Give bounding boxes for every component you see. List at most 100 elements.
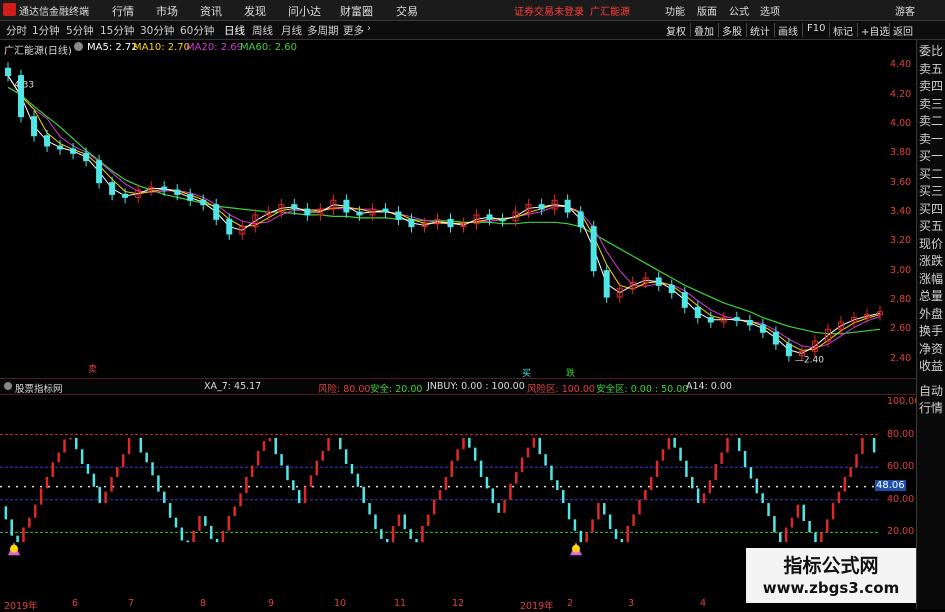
date-tick-label: 2	[567, 598, 574, 609]
panel-toggle[interactable]: 行情	[919, 401, 943, 415]
menu-news[interactable]: 资讯	[200, 3, 222, 19]
menu-trade[interactable]: 交易	[396, 3, 418, 19]
date-tick-label: 2019年	[520, 601, 554, 612]
candle-body	[109, 182, 116, 195]
btn-stats[interactable]: 统计	[750, 23, 770, 38]
quote-panel-label: 买五	[919, 219, 944, 233]
btn-f10[interactable]: F10	[807, 23, 825, 34]
guest-label[interactable]: 游客	[895, 3, 915, 18]
date-tick-label: 12	[452, 598, 465, 609]
btn-multistock[interactable]: 多股	[722, 23, 742, 38]
quote-panel-label: 现价	[919, 236, 944, 251]
ma60-line	[7, 86, 881, 335]
candle-body	[785, 343, 792, 357]
tf-15min[interactable]: 15分钟	[100, 23, 134, 38]
quote-panel-label: 外盘	[919, 306, 944, 321]
current-indicator-value: 48.06	[875, 479, 906, 491]
candle-body	[122, 193, 129, 198]
high-price-label: 4.33	[14, 81, 34, 91]
candle-body	[200, 199, 207, 206]
date-tick-label: 2019年	[4, 601, 38, 612]
candle-body	[96, 160, 103, 184]
indicator-header: 股票指标网 XA_7: 45.17 风险: 80.00 安全: 20.00 JN…	[0, 378, 945, 395]
candle-body	[291, 204, 298, 210]
price-chart[interactable]: 4.33 —2.40	[0, 40, 916, 378]
menu-function[interactable]: 功能	[665, 3, 685, 18]
jnbuy-value: JNBUY: 0.00 : 100.00	[427, 381, 525, 392]
xa7-value: XA_7: 45.17	[204, 381, 262, 392]
indicator-tick-label: 60.00	[887, 461, 915, 473]
tf-more[interactable]: 更多	[343, 23, 364, 38]
candle-body	[161, 186, 168, 191]
quote-panel-label: 卖一	[919, 131, 944, 146]
buy-marker: 买	[522, 369, 532, 379]
btn-mark[interactable]: 标记	[833, 23, 853, 38]
settings-icon[interactable]	[4, 382, 12, 390]
watermark-title: 指标公式网	[783, 555, 879, 577]
candle-body	[564, 199, 571, 213]
stock-name-title: 广汇能源	[590, 7, 630, 18]
divider	[857, 23, 858, 37]
candle-body	[213, 204, 220, 220]
quote-panel-label: 卖五	[919, 61, 944, 76]
candle-body	[499, 218, 506, 222]
safe-zone-value: 安全区: 0.00 : 50.00	[596, 384, 689, 395]
tf-monthly[interactable]: 月线	[281, 23, 302, 38]
quote-side-panel: 委比 卖五 卖四 卖三 卖二 卖一 买一 买二 买三 买四 买五 现价 涨跌 涨幅 总量 外盘 换手 净资 收益 自动…	[916, 40, 945, 609]
date-tick-label: 10	[334, 598, 347, 609]
candle-body	[343, 199, 350, 213]
menu-market[interactable]: 市场	[156, 3, 178, 19]
quote-panel-label: 买二	[919, 166, 944, 181]
toolbar: 分时 1分钟 5分钟 15分钟 30分钟 60分钟 日线 周线 月线 多周期 更…	[0, 21, 945, 40]
indicator-name[interactable]: 股票指标网	[15, 381, 63, 395]
price-tick-label: 3.60	[890, 176, 912, 188]
price-tick-label: 4.00	[890, 118, 912, 129]
quote-panel-label: 卖三	[919, 96, 944, 111]
price-tick-label: 3.40	[890, 206, 912, 217]
quote-panel-label: 换手	[919, 324, 944, 338]
btn-draw[interactable]: 画线	[778, 23, 798, 38]
buy-signal-icon	[10, 544, 18, 553]
title-bar: 通达信金融终端 行情 市场 资讯 发现 问小达 财富圈 交易 证券交易未登录 广…	[0, 0, 945, 21]
candle-body	[408, 218, 415, 228]
candle-body	[382, 208, 389, 213]
candle-body	[31, 116, 38, 137]
tf-weekly[interactable]: 周线	[252, 23, 273, 38]
tf-30min[interactable]: 30分钟	[140, 23, 174, 38]
ma10-line	[7, 75, 881, 351]
tf-multi[interactable]: 多周期	[307, 23, 339, 38]
menu-wealth[interactable]: 财富圈	[340, 3, 373, 19]
watermark: 指标公式网 www.zbgs3.com	[746, 548, 916, 603]
candle-body	[538, 204, 545, 210]
panel-toggle[interactable]: 自动	[919, 384, 943, 398]
candle-body	[577, 211, 584, 228]
btn-back[interactable]: 返回	[893, 23, 913, 38]
menu-ask[interactable]: 问小达	[288, 3, 321, 19]
chevron-right-icon[interactable]: ›	[367, 23, 371, 34]
menu-quotes[interactable]: 行情	[112, 3, 134, 19]
btn-adjust[interactable]: 复权	[666, 23, 686, 38]
btn-add-watchlist[interactable]: +自选	[861, 23, 889, 38]
menu-options[interactable]: 选项	[760, 3, 780, 18]
divider	[802, 23, 803, 37]
tf-daily[interactable]: 日线	[224, 23, 245, 38]
price-tick-label: 2.60	[890, 323, 912, 335]
price-tick-label: 3.20	[890, 235, 912, 247]
tf-intraday[interactable]: 分时	[6, 23, 27, 38]
candle-body	[57, 145, 64, 150]
quote-panel-label: 收益	[919, 359, 944, 373]
candle-body	[447, 218, 454, 228]
menu-layout[interactable]: 版面	[697, 3, 717, 18]
tf-60min[interactable]: 60分钟	[180, 23, 214, 38]
tf-1min[interactable]: 1分钟	[32, 23, 60, 38]
menu-formula[interactable]: 公式	[729, 3, 749, 18]
candle-body	[70, 148, 77, 154]
menu-discover[interactable]: 发现	[244, 3, 266, 19]
quote-panel-label: 买一	[919, 149, 944, 163]
quote-panel-label: 涨跌	[919, 254, 944, 268]
date-tick-label: 11	[394, 598, 407, 609]
date-tick-label: 8	[200, 598, 207, 609]
login-notice[interactable]: 证券交易未登录	[514, 3, 584, 18]
btn-overlay[interactable]: 叠加	[694, 23, 714, 38]
tf-5min[interactable]: 5分钟	[66, 23, 94, 38]
